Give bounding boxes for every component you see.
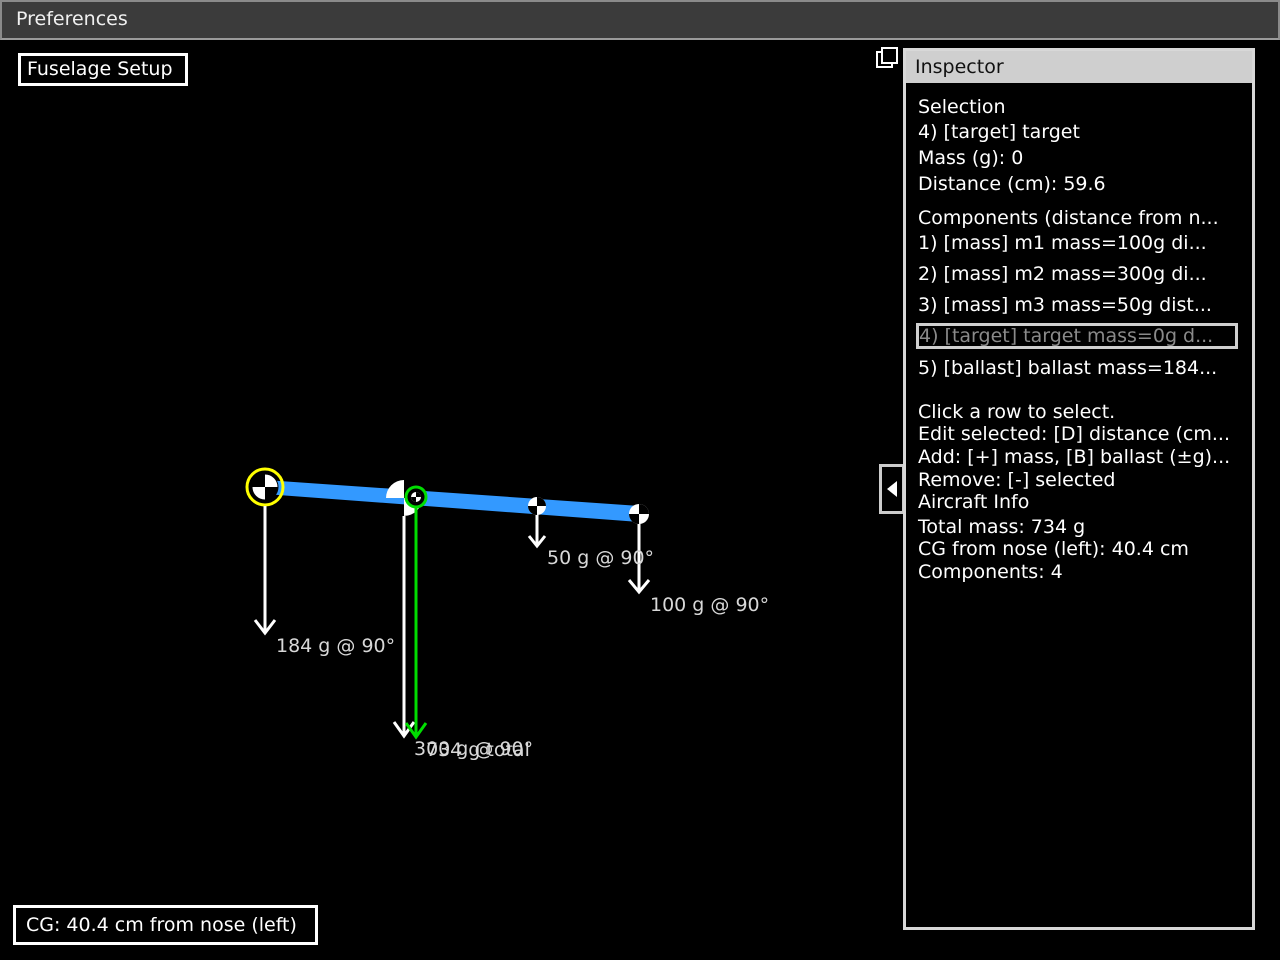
m1-marker-icon[interactable] — [629, 504, 649, 524]
help-line-3: Add: [+] mass, [B] ballast (±g)... — [918, 446, 1231, 468]
aircraft-components: Components: 4 — [918, 561, 1063, 583]
selection-mass: Mass (g): 0 — [918, 147, 1024, 169]
inspector-title: Inspector — [906, 51, 1252, 83]
m1-label: 100 g @ 90° — [650, 594, 769, 616]
aircraft-total-mass: Total mass: 734 g — [918, 516, 1086, 538]
selection-distance: Distance (cm): 59.6 — [918, 173, 1106, 195]
float-window-icon[interactable] — [875, 46, 899, 70]
components-heading: Components (distance from n... — [918, 207, 1219, 229]
cg-total-arrow — [404, 506, 428, 740]
help-line-4: Remove: [-] selected — [918, 469, 1116, 491]
cg-marker-icon — [251, 473, 279, 501]
m3-force-arrow — [527, 515, 547, 549]
help-line-1: Click a row to select. — [918, 401, 1116, 423]
help-line-2: Edit selected: [D] distance (cm... — [918, 423, 1231, 445]
m2-force-arrow — [392, 516, 416, 739]
collapse-panel-icon[interactable] — [879, 464, 905, 514]
component-row-2[interactable]: 2) [mass] m2 mass=300g di... — [916, 261, 1240, 287]
component-row-4-selected[interactable]: 4) [target] target mass=0g d... — [916, 323, 1238, 349]
fuselage-canvas[interactable]: 184 g @ 90° 300 g @ 90° 734 g total 50 g… — [0, 0, 880, 900]
total-label: 734 g total — [426, 739, 530, 761]
m3-label: 50 g @ 90° — [547, 547, 654, 569]
component-row-1[interactable]: 1) [mass] m1 mass=100g di... — [916, 230, 1240, 256]
selection-heading: Selection — [918, 96, 1006, 118]
fuselage-beam[interactable] — [265, 480, 640, 522]
aircraft-cg: CG from nose (left): 40.4 cm — [918, 538, 1189, 560]
aircraft-heading: Aircraft Info — [918, 491, 1030, 513]
cg-status-box: CG: 40.4 cm from nose (left) — [13, 905, 318, 945]
ballast-force-arrow — [253, 506, 277, 636]
inspector-panel: Inspector Selection 4) [target] target M… — [903, 48, 1255, 930]
component-row-5[interactable]: 5) [ballast] ballast mass=184... — [916, 355, 1240, 381]
component-row-3[interactable]: 3) [mass] m3 mass=50g dist... — [916, 292, 1240, 318]
ballast-label: 184 g @ 90° — [276, 635, 395, 657]
cg-ring-icon — [404, 485, 428, 509]
selection-item: 4) [target] target — [918, 121, 1080, 143]
m3-marker-icon[interactable] — [528, 497, 546, 515]
